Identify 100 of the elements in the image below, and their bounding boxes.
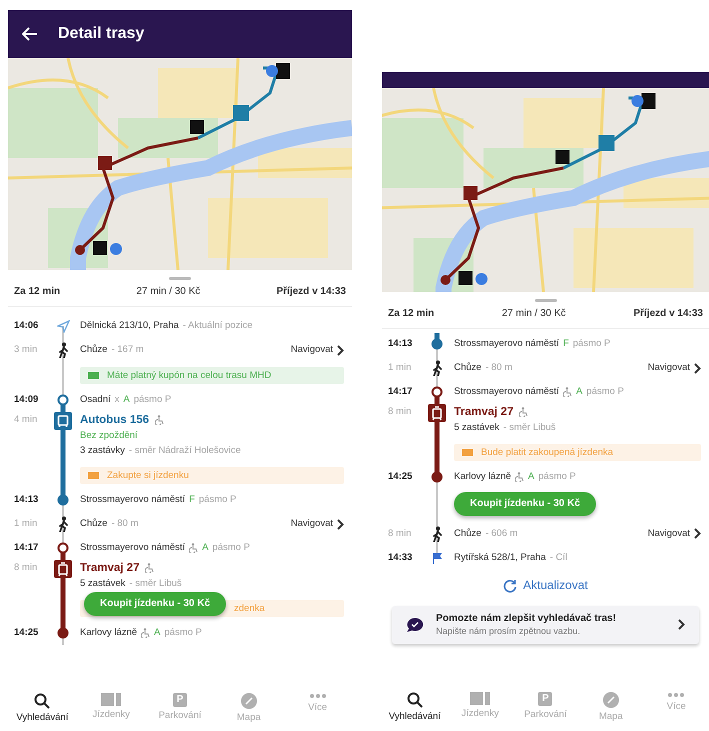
walk-distance: - 80 m bbox=[485, 362, 512, 374]
duration-text: 8 min bbox=[388, 528, 412, 540]
arrival-text: Příjezd v 14:33 bbox=[276, 286, 346, 298]
notice-text: zdenka bbox=[234, 602, 265, 614]
compass-icon bbox=[602, 692, 619, 708]
tram-icon bbox=[54, 560, 72, 578]
time-text: 14:06 bbox=[14, 320, 38, 332]
departure-text: Za 12 min bbox=[14, 286, 60, 298]
line-name: Tramvaj 27 bbox=[454, 404, 514, 420]
walk-distance: - 80 m bbox=[111, 518, 138, 530]
time-text: 14:33 bbox=[388, 552, 412, 564]
notice-text: Máte platný kupón na celou trasu MHD bbox=[107, 370, 272, 382]
ticket-icon bbox=[462, 449, 473, 456]
walking-person-icon bbox=[431, 526, 443, 542]
stop-count: 5 zastávek bbox=[80, 578, 126, 588]
stop-detail: A bbox=[528, 471, 534, 483]
time-text: 14:25 bbox=[14, 627, 38, 639]
duration-text: 1 min bbox=[388, 362, 412, 374]
delay-status: Bez zpoždění bbox=[80, 428, 138, 442]
stop-detail: F bbox=[563, 338, 569, 350]
nav-tab[interactable]: Více bbox=[286, 693, 350, 724]
more-icon bbox=[308, 693, 327, 700]
stop-count: 3 zastávky bbox=[80, 444, 125, 456]
nav-tab[interactable]: Mapa bbox=[216, 693, 281, 724]
stop-name: Karlovy lázně bbox=[454, 471, 512, 483]
duration-price-text: 27 min / 30 Kč bbox=[502, 308, 566, 320]
stop-name: Strossmayerovo náměstí bbox=[80, 494, 186, 506]
stop-detail: A bbox=[154, 627, 160, 639]
duration-text: 4 min bbox=[14, 414, 38, 426]
refresh-button[interactable]: Aktualizovat bbox=[497, 577, 594, 594]
parking-icon: P bbox=[172, 693, 187, 708]
feedback-card[interactable]: Pomozte nám zlepšit vyhledávač tras! Napište nám prosím zpětnou vazbu. bbox=[392, 606, 699, 644]
departure-text: Za 12 min bbox=[388, 308, 434, 320]
stop-detail: x bbox=[114, 394, 120, 406]
notice-text: Bude platit zakoupená jízdenka bbox=[481, 446, 614, 458]
stop-name: Strossmayerovo náměstí bbox=[80, 542, 186, 554]
stop-name: Dělnická 213/10, Praha bbox=[80, 320, 179, 332]
header-title: Detail trasy bbox=[58, 24, 144, 44]
stop-detail: - Cíl bbox=[550, 552, 568, 564]
stop-detail: - Aktuální pozice bbox=[182, 320, 252, 332]
nav-tab[interactable]: Mapa bbox=[578, 692, 643, 723]
walk-distance: - 167 m bbox=[111, 344, 144, 356]
buy-ticket-button[interactable]: Koupit jízdenku - 30 Kč bbox=[454, 492, 596, 516]
nav-tab[interactable]: P Parkování bbox=[513, 692, 578, 723]
walk-label: Chůze bbox=[80, 344, 108, 356]
time-text: 14:17 bbox=[14, 542, 38, 554]
stop-detail: F bbox=[189, 494, 195, 506]
search-icon bbox=[34, 693, 50, 710]
time-text: 14:09 bbox=[14, 394, 38, 406]
map-drawing[interactable] bbox=[382, 88, 709, 292]
refresh-icon bbox=[503, 578, 518, 592]
ticket-icon bbox=[88, 372, 99, 379]
navigate-link[interactable]: Navigovat bbox=[648, 528, 701, 540]
drag-handle[interactable] bbox=[534, 299, 556, 302]
ticket-icon bbox=[470, 692, 490, 706]
drag-handle[interactable] bbox=[169, 277, 191, 280]
navigate-link[interactable]: Navigovat bbox=[290, 344, 344, 356]
stop-name: Osadní bbox=[80, 394, 111, 406]
line-name: Tramvaj 27 bbox=[80, 560, 140, 576]
nav-tab[interactable]: Jízdenky bbox=[448, 692, 512, 723]
time-text: 14:25 bbox=[388, 471, 412, 483]
nav-tab[interactable]: Vyhledávání bbox=[382, 692, 447, 723]
feedback-subtitle: Napište nám prosím zpětnou vazbu. bbox=[436, 626, 582, 637]
stop-count: 5 zastávek bbox=[454, 422, 500, 432]
stop-name: Karlovy lázně bbox=[80, 627, 138, 639]
walking-person-icon bbox=[57, 516, 69, 532]
stop-name: Strossmayerovo náměstí bbox=[454, 386, 560, 398]
search-icon bbox=[406, 692, 423, 708]
direction-text: - směr Nádraží Holešovice bbox=[128, 444, 241, 456]
time-text: 14:13 bbox=[388, 338, 412, 350]
chevron-right-icon bbox=[694, 362, 701, 374]
nav-tab[interactable]: Více bbox=[644, 692, 708, 723]
nav-tab[interactable]: P Parkování bbox=[148, 693, 212, 724]
map-drawing[interactable] bbox=[8, 58, 352, 270]
ticket-icon bbox=[101, 693, 122, 706]
navigate-link[interactable]: Navigovat bbox=[648, 362, 701, 374]
chevron-right-icon bbox=[337, 344, 344, 356]
ticket-icon bbox=[88, 472, 99, 479]
nav-tab[interactable]: Vyhledávání bbox=[10, 693, 74, 724]
speech-bubble-icon bbox=[406, 616, 424, 633]
chevron-right-icon bbox=[694, 528, 701, 539]
stop-name: Rytířská 528/1, Praha bbox=[454, 552, 546, 564]
nav-tab[interactable]: Jízdenky bbox=[79, 693, 144, 724]
stop-detail: A bbox=[576, 386, 582, 398]
stop-detail: pásmo P bbox=[572, 338, 610, 350]
location-arrow-icon bbox=[56, 320, 70, 332]
flag-icon bbox=[432, 552, 442, 564]
chevron-right-icon bbox=[678, 619, 685, 630]
direction-text: - směr Libuš bbox=[503, 422, 556, 432]
back-arrow-icon[interactable] bbox=[22, 27, 38, 41]
arrival-text: Příjezd v 14:33 bbox=[634, 308, 703, 320]
walk-label: Chůze bbox=[454, 528, 482, 540]
navigate-link[interactable]: Navigovat bbox=[290, 518, 344, 530]
stop-detail: pásmo P bbox=[198, 494, 236, 506]
chevron-right-icon bbox=[337, 518, 344, 530]
walking-person-icon bbox=[57, 342, 69, 358]
direction-text: - směr Libuš bbox=[129, 578, 182, 588]
buy-ticket-button[interactable]: Koupit jízdenku - 30 Kč bbox=[84, 592, 226, 616]
tram-icon bbox=[428, 404, 446, 422]
duration-text: 8 min bbox=[388, 406, 412, 418]
